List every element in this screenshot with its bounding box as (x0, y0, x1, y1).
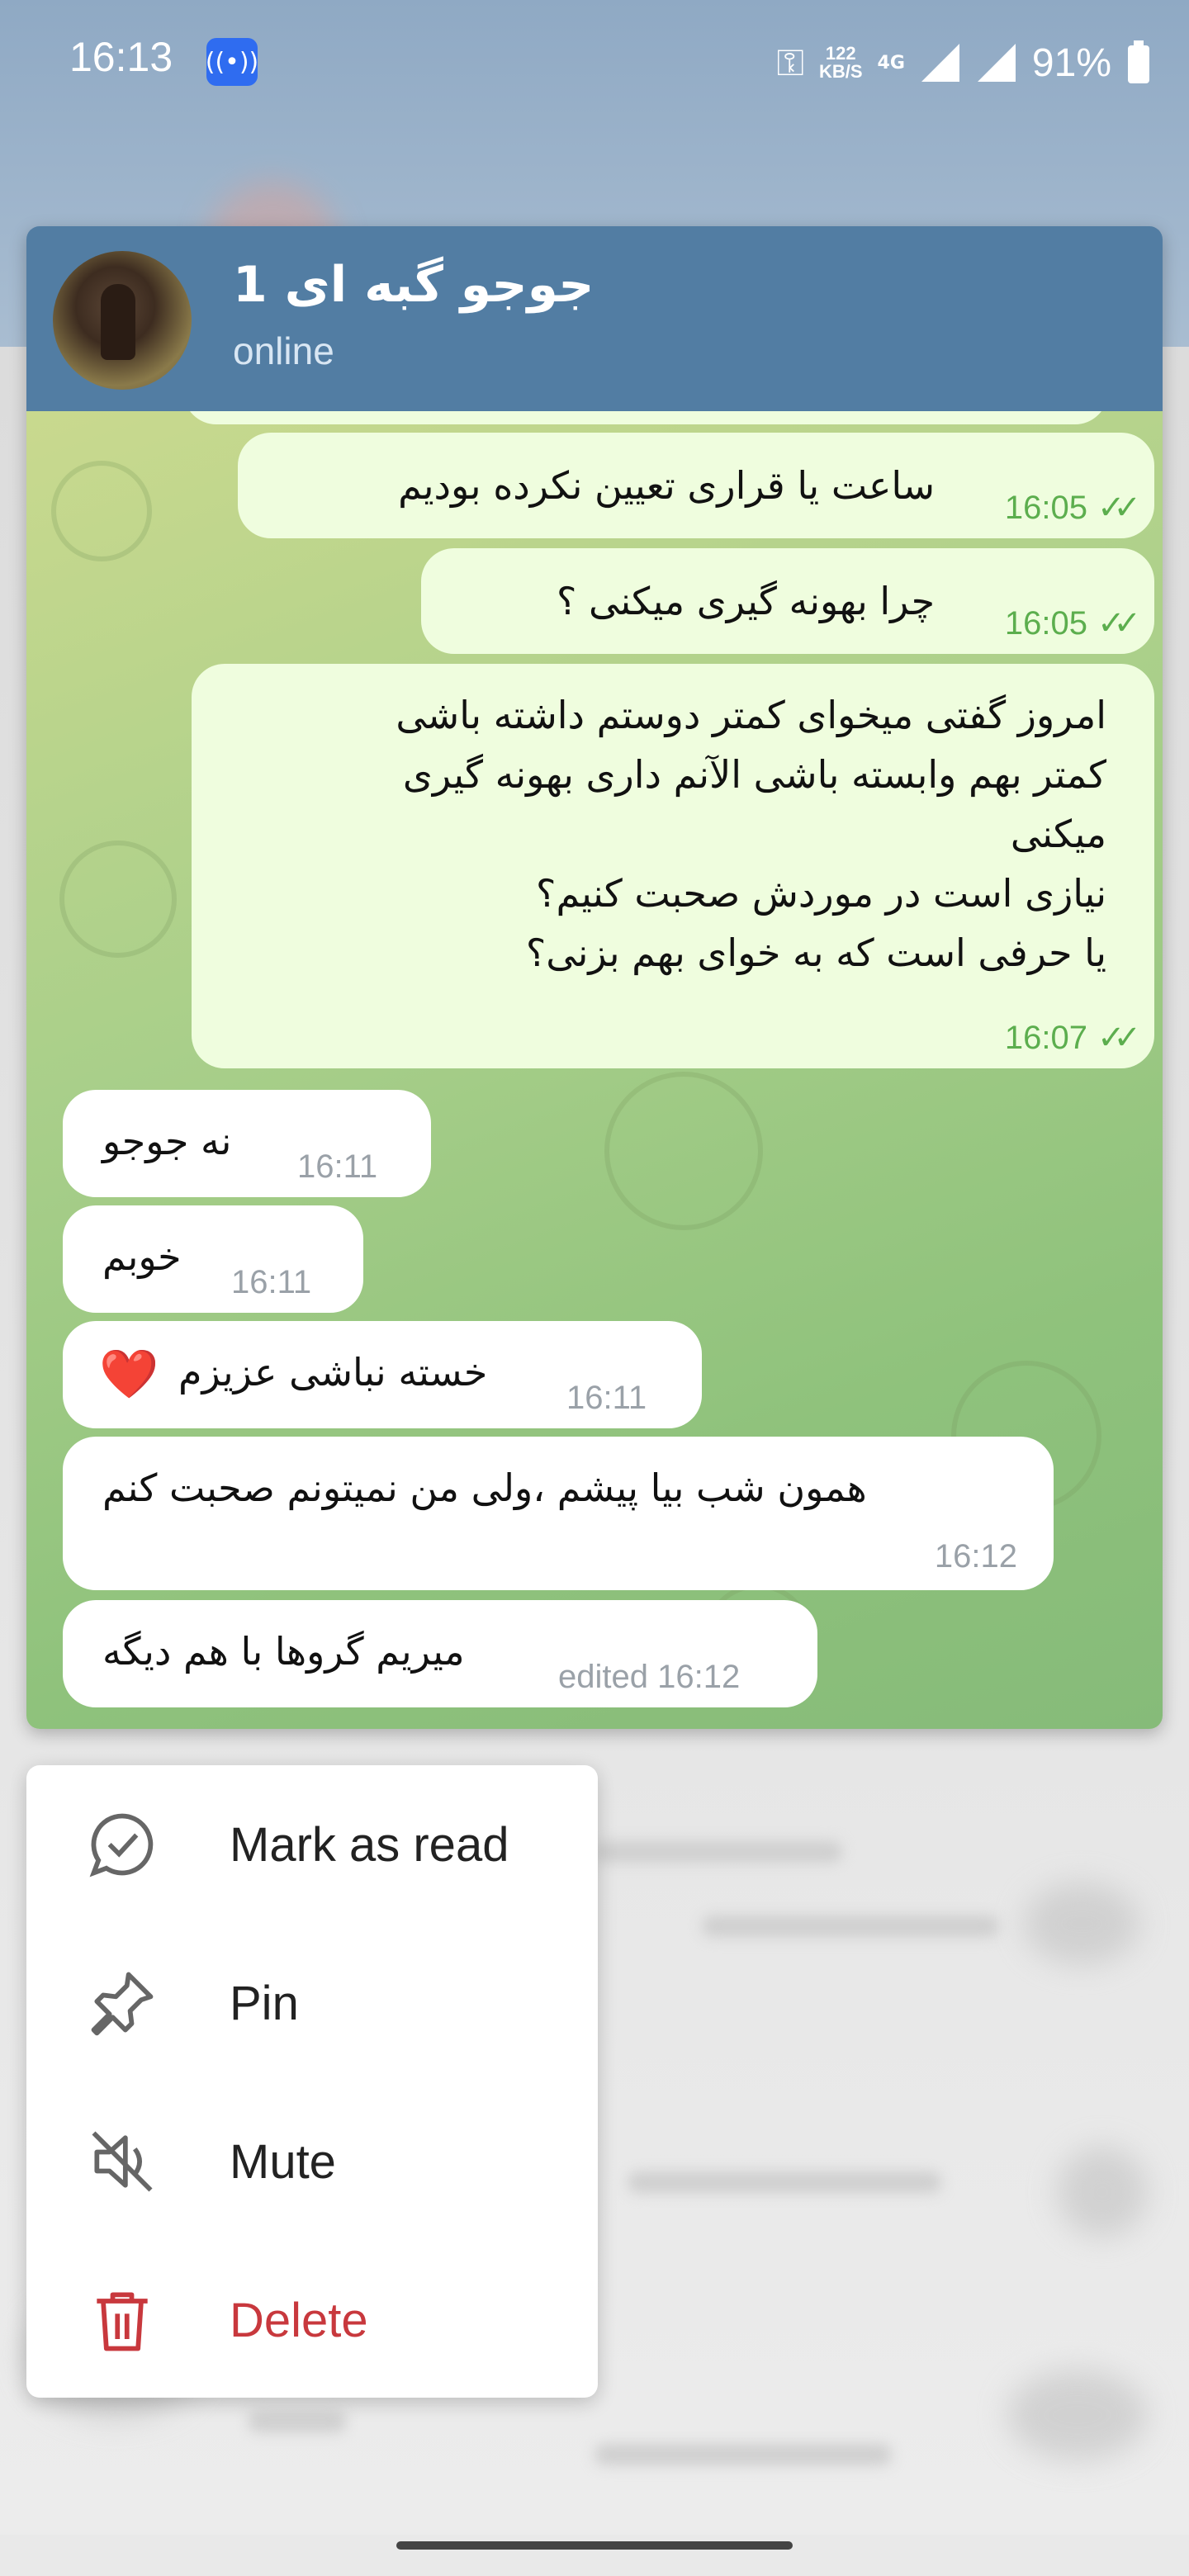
message-bubble[interactable]: میریم گروها با هم دیگه edited 16:12 (63, 1600, 817, 1707)
mute-icon (92, 2131, 153, 2192)
network-speed: 122 KB/S (818, 43, 863, 82)
menu-item-label: Delete (230, 2293, 368, 2347)
menu-item-label: Mark as read (230, 1817, 509, 1872)
heart-emoji: ❤️ (99, 1346, 159, 1402)
menu-item-label: Pin (230, 1976, 299, 2030)
chat-title: جوجو گبه ای 1 (233, 256, 594, 314)
message-bubble[interactable]: نه جوجو 16:11 (63, 1090, 431, 1197)
hotspot-icon: ((•)) (206, 38, 258, 86)
message-time: 16:05 (1004, 489, 1087, 526)
menu-item-label: Mute (230, 2134, 336, 2189)
menu-item-mark-as-read[interactable]: Mark as read (26, 1765, 598, 1924)
read-checks-icon: ✓✓ (1097, 1020, 1141, 1056)
pin-icon (91, 1972, 154, 2036)
read-checks-icon: ✓✓ (1097, 605, 1141, 642)
message-check-icon (89, 1813, 154, 1878)
message-time: edited 16:12 (558, 1659, 741, 1695)
menu-item-delete[interactable]: Delete (26, 2241, 598, 2399)
read-checks-icon: ✓✓ (1097, 490, 1141, 526)
message-time: 16:11 (566, 1380, 647, 1416)
key-icon: ⚿ (776, 41, 804, 84)
menu-item-mute[interactable]: Mute (26, 2082, 598, 2241)
message-bubble[interactable]: ❤️ خسته نباشی عزیزم 16:11 (63, 1321, 702, 1428)
message-time: 16:11 (231, 1264, 312, 1300)
message-time: 16:11 (297, 1148, 378, 1185)
message-bubble[interactable]: همون شب بیا پیشم ،ولی من نمیتونم صحبت کن… (63, 1437, 1054, 1590)
message-bubble[interactable]: چرا بهونه گیری میکنی ؟ 16:05 ✓✓ (421, 548, 1154, 654)
battery-icon (1128, 40, 1149, 83)
avatar (53, 251, 192, 390)
chat-preview[interactable]: جوجو گبه ای 1 online ساعت یا قراری تعیین… (26, 226, 1163, 1729)
status-time: 16:13 (69, 34, 173, 80)
signal-icon-2 (977, 44, 1016, 82)
message-bubble[interactable]: امروز گفتی میخوای کمتر دوستم داشته باشی … (192, 664, 1154, 1068)
message-time: 16:07 (1004, 1019, 1087, 1056)
signal-icon (921, 44, 959, 82)
message-bubble[interactable]: خوبم 16:11 (63, 1205, 363, 1313)
battery-percent: 91% (1031, 40, 1111, 85)
network-type: 4G (877, 52, 905, 73)
gesture-nav-bar[interactable] (396, 2541, 793, 2550)
message-time: 16:12 (934, 1538, 1017, 1574)
status-bar: 16:13 ((•)) ⚿ 122 KB/S 4G 91% (0, 0, 1189, 124)
menu-item-pin[interactable]: Pin (26, 1924, 598, 2082)
trash-icon (97, 2292, 148, 2351)
message-time: 16:05 (1004, 604, 1087, 642)
chat-header[interactable]: جوجو گبه ای 1 online (26, 226, 1163, 411)
context-menu: Mark as read Pin Mute Delete (26, 1765, 598, 2398)
message-bubble[interactable]: ساعت یا قراری تعیین نکرده بودیم 16:05 ✓✓ (238, 433, 1154, 538)
chat-messages[interactable]: ساعت یا قراری تعیین نکرده بودیم 16:05 ✓✓ … (26, 378, 1163, 1729)
chat-status: online (233, 329, 334, 372)
